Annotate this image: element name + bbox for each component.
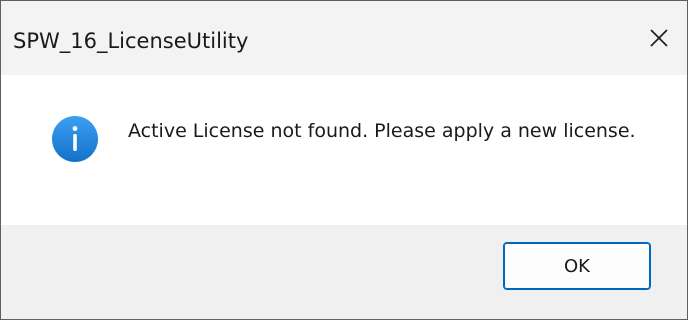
message-area: Active License not found. Please apply a… [1, 75, 687, 225]
window-title: SPW_16_LicenseUtility [13, 29, 249, 53]
close-button[interactable] [631, 13, 687, 63]
ok-button[interactable]: OK [503, 242, 651, 290]
button-bar: OK [1, 225, 687, 319]
message-text: Active License not found. Please apply a… [128, 120, 636, 142]
info-icon [52, 116, 98, 162]
message-box-dialog: SPW_16_LicenseUtility Active License not… [0, 0, 688, 320]
title-bar: SPW_16_LicenseUtility [1, 1, 687, 75]
close-icon [650, 29, 668, 47]
